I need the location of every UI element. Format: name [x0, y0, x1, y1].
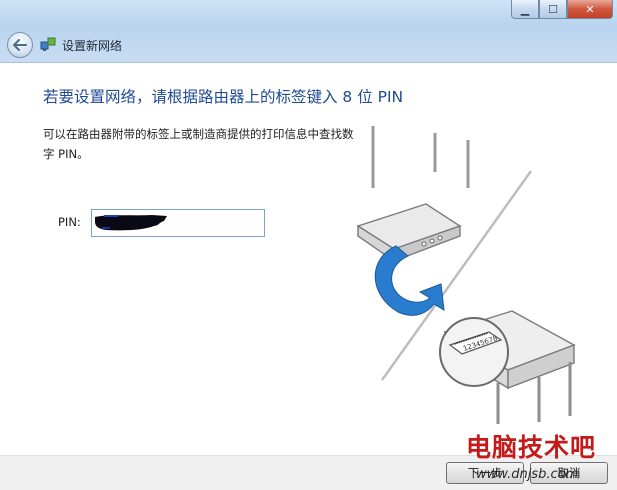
minimize-icon: ▁: [520, 2, 530, 16]
pin-input[interactable]: [91, 209, 265, 237]
close-button[interactable]: ✕: [567, 0, 613, 19]
pin-label: PIN:: [58, 215, 81, 229]
watermark-url: www.dnjsb.com: [476, 467, 579, 482]
maximize-icon: ☐: [548, 2, 558, 16]
close-icon: ✕: [585, 2, 595, 16]
main-content: 若要设置网络，请根据路由器上的标签键入 8 位 PIN 可以在路由器附带的标签上…: [0, 63, 617, 489]
router-bottom-image: 12345678: [439, 310, 576, 424]
title-bar: ▁ ☐ ✕ 设置新网络: [0, 0, 617, 63]
router-top-image: [356, 126, 470, 263]
window-title: 设置新网络: [62, 39, 123, 53]
window-controls: ▁ ☐ ✕: [511, 0, 613, 20]
watermark-text: 电脑技术吧: [466, 433, 597, 462]
page-heading: 若要设置网络，请根据路由器上的标签键入 8 位 PIN: [43, 88, 404, 106]
instructions-text: 可以在路由器附带的标签上或制造商提供的打印信息中查找数字 PIN。: [43, 127, 354, 161]
back-arrow-icon: [13, 39, 27, 51]
maximize-button[interactable]: ☐: [539, 0, 567, 19]
back-button[interactable]: [7, 32, 33, 58]
flip-arrow: [374, 245, 445, 316]
router-illustration: 12345678: [356, 126, 576, 424]
network-setup-icon: [40, 37, 56, 51]
minimize-button[interactable]: ▁: [511, 0, 539, 19]
